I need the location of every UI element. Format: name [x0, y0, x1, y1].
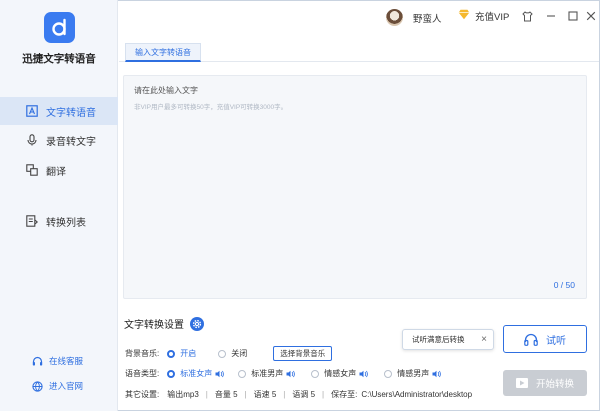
output-format[interactable]: 输出mp3: [167, 389, 199, 400]
speaker-icon[interactable]: [286, 370, 296, 378]
app-name: 迅捷文字转语音: [22, 53, 96, 65]
close-button[interactable]: [584, 10, 598, 24]
speaker-icon[interactable]: [432, 370, 442, 378]
listen-label: 试听: [546, 335, 566, 347]
voice-emotional-male-radio[interactable]: 情感男声: [384, 368, 442, 379]
start-convert-button[interactable]: 开始转换: [503, 370, 587, 396]
divider: |: [322, 390, 325, 399]
app-logo-icon: [44, 12, 75, 43]
headset-icon: [32, 356, 43, 367]
skin-icon: [521, 10, 533, 24]
online-support-link[interactable]: 在线客服: [32, 355, 83, 367]
vip-recharge-button[interactable]: 充值VIP: [458, 9, 509, 23]
text-input-placeholder: 请在此处输入文字: [134, 86, 198, 95]
radio-dot: [167, 369, 176, 378]
settings-title-label: 文字转换设置: [124, 320, 184, 331]
listen-button[interactable]: 试听: [503, 325, 587, 353]
save-to-label: 保存至:: [331, 390, 358, 399]
voice-emotional-male-label: 情感男声: [397, 369, 430, 378]
username: 野蛮人: [413, 13, 442, 25]
bgm-row: 背景音乐: 开启 关闭 选择背景音乐: [125, 346, 333, 361]
sidebar-item-label: 录音转文字: [46, 136, 96, 148]
radio-dot: [218, 349, 227, 358]
bgm-on-label: 开启: [180, 349, 197, 358]
headphone-icon: [524, 333, 538, 346]
save-path[interactable]: C:\Users\Administrator\desktop: [361, 390, 472, 399]
minimize-button[interactable]: [544, 10, 558, 24]
avatar: [386, 9, 403, 26]
settings-gear-icon[interactable]: [190, 316, 204, 331]
official-site-label: 进入官网: [49, 381, 84, 391]
minimize-icon: [546, 11, 556, 23]
sidebar-item-label: 转换列表: [46, 217, 86, 229]
sidebar-item-text-to-speech[interactable]: 文字转语音: [0, 97, 118, 125]
character-count: 0 / 50: [553, 280, 575, 290]
bgm-on-radio[interactable]: 开启: [167, 348, 196, 359]
voice-type-label: 语音类型:: [125, 369, 160, 378]
microphone-icon: [26, 134, 38, 146]
voice-emotional-female-radio[interactable]: 情感女声: [311, 368, 369, 379]
listen-tooltip: 试听满意后转换 ×: [402, 329, 494, 350]
bgm-off-label: 关闭: [231, 349, 248, 358]
text-icon: [26, 105, 38, 117]
voice-standard-male-radio[interactable]: 标准男声: [238, 368, 296, 379]
speaker-icon[interactable]: [215, 370, 225, 378]
tab-input-text-to-speech[interactable]: 输入文字转语音: [125, 43, 201, 62]
volume-setting[interactable]: 音量 5: [215, 389, 238, 400]
tooltip-close-icon[interactable]: ×: [481, 334, 487, 345]
speaker-icon[interactable]: [359, 370, 369, 378]
character-limit-hint: 非VIP用户最多可转换50字，充值VIP可转换3000字。: [134, 104, 288, 111]
radio-dot: [238, 369, 247, 378]
sidebar-item-speech-to-text[interactable]: 录音转文字: [0, 126, 118, 154]
list-icon: [26, 215, 38, 227]
vip-label: 充值VIP: [475, 12, 510, 23]
play-icon: [515, 378, 528, 388]
divider: |: [244, 390, 247, 399]
bgm-label: 背景音乐:: [125, 349, 160, 358]
maximize-icon: [568, 11, 578, 23]
sidebar-item-label: 文字转语音: [46, 107, 96, 119]
sidebar-item-conversion-list[interactable]: 转换列表: [0, 207, 118, 235]
other-settings-label: 其它设置:: [125, 390, 160, 399]
globe-icon: [32, 380, 43, 392]
tab-strip: 输入文字转语音: [119, 40, 599, 62]
text-input-area[interactable]: 请在此处输入文字 非VIP用户最多可转换50字，充值VIP可转换3000字。 0…: [123, 75, 587, 299]
radio-dot: [167, 349, 176, 358]
settings-title: 文字转换设置: [124, 316, 204, 331]
tooltip-text: 试听满意后转换: [412, 335, 465, 344]
voice-standard-female-radio[interactable]: 标准女声: [167, 368, 225, 379]
tone-setting[interactable]: 语调 5: [292, 389, 315, 400]
official-site-link[interactable]: 进入官网: [32, 380, 83, 392]
diamond-icon: [458, 9, 470, 23]
radio-dot: [311, 369, 320, 378]
sidebar: 迅捷文字转语音 文字转语音 录音转文字 翻译 转换列表 在线客服 进入官网: [0, 0, 118, 411]
divider: |: [205, 390, 208, 399]
sidebar-item-label: 翻译: [46, 166, 66, 178]
sidebar-item-translate[interactable]: 翻译: [0, 156, 118, 184]
speed-setting[interactable]: 语速 5: [254, 389, 277, 400]
voice-standard-male-label: 标准男声: [251, 369, 284, 378]
voice-standard-female-label: 标准女声: [180, 369, 213, 378]
close-icon: [586, 11, 596, 23]
bgm-off-radio[interactable]: 关闭: [218, 348, 247, 359]
maximize-button[interactable]: [566, 10, 580, 24]
voice-type-row: 语音类型: 标准女声 标准男声 情感女声 情感男声: [125, 368, 442, 379]
radio-dot: [384, 369, 393, 378]
divider: |: [283, 390, 286, 399]
online-support-label: 在线客服: [49, 356, 84, 366]
user-profile[interactable]: 野蛮人: [386, 9, 442, 26]
select-bgm-button[interactable]: 选择背景音乐: [273, 346, 333, 361]
start-convert-label: 开始转换: [535, 379, 574, 390]
translate-icon: [26, 164, 38, 176]
other-settings-row: 其它设置: 输出mp3 | 音量 5 | 语速 5 | 语调 5 | 保存至: …: [125, 389, 472, 400]
skin-button[interactable]: [520, 10, 534, 24]
voice-emotional-female-label: 情感女声: [324, 369, 357, 378]
